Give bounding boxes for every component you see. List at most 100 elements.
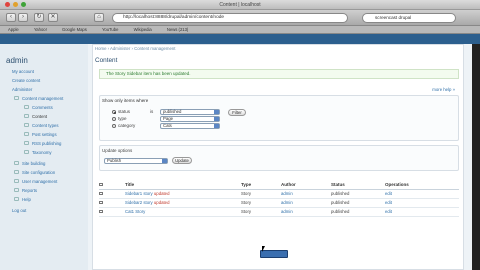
- filter-label-category: category: [118, 123, 136, 128]
- bookmark-item[interactable]: Apple: [8, 27, 19, 32]
- window-title: Content | localhost: [219, 2, 261, 8]
- chevron-down-icon: [214, 124, 219, 128]
- checkbox-icon[interactable]: [99, 191, 103, 195]
- bookmark-item[interactable]: YouTube: [102, 27, 118, 32]
- site-header: [0, 34, 480, 44]
- filter-label-status: status: [118, 109, 131, 114]
- sidebar-item-administer[interactable]: Administer: [12, 87, 32, 92]
- table-row: Sidebar1 story updated Story admin publi…: [99, 189, 459, 199]
- filter-fieldset: Show only items where status type catego…: [99, 95, 459, 141]
- chevron-down-icon: [214, 117, 219, 121]
- row-checkbox-cell: [99, 198, 125, 208]
- sidebar: admin My account Create content Administ…: [0, 44, 88, 270]
- row-title-link[interactable]: Cat1 Story: [125, 209, 145, 214]
- update-button[interactable]: Update: [172, 157, 192, 164]
- main-content: Home › Administer › Content management C…: [92, 44, 464, 270]
- row-edit-link[interactable]: edit: [385, 191, 392, 196]
- screen-edge: [472, 44, 480, 270]
- more-help-link[interactable]: more help »: [432, 87, 455, 92]
- row-author-link[interactable]: admin: [281, 191, 293, 196]
- bookmark-item[interactable]: Google Maps: [62, 27, 87, 32]
- menu-bullet-icon: [24, 141, 29, 145]
- sidebar-item-create-content[interactable]: Create content: [12, 78, 40, 83]
- chevron-down-icon: [214, 110, 219, 114]
- breadcrumb[interactable]: Home › Administer › Content management: [95, 46, 175, 51]
- reload-icon[interactable]: ↻: [34, 13, 44, 22]
- col-author[interactable]: Author: [281, 181, 331, 190]
- row-edit-link[interactable]: edit: [385, 200, 392, 205]
- col-status[interactable]: Status: [331, 181, 385, 190]
- row-ops-cell: edit: [385, 189, 459, 199]
- chevron-down-icon: [162, 159, 167, 163]
- row-type: Story: [241, 207, 281, 217]
- row-edit-link[interactable]: edit: [385, 209, 392, 214]
- status-select[interactable]: published: [160, 109, 220, 115]
- table-header: Title Type Author Status Operations: [99, 181, 459, 190]
- cursor-icon: [262, 246, 265, 252]
- bookmark-item[interactable]: News (213): [167, 27, 188, 32]
- radio-category[interactable]: [112, 124, 116, 128]
- sidebar-item-user-management[interactable]: User management: [22, 179, 57, 184]
- filter-button[interactable]: Filter: [228, 109, 246, 116]
- row-ops-cell: edit: [385, 198, 459, 208]
- row-title-cell: Sidebar2 story updated: [125, 198, 241, 208]
- sidebar-item-site-building[interactable]: Site building: [22, 161, 45, 166]
- sidebar-item-site-configuration[interactable]: Site configuration: [22, 170, 55, 175]
- site-name: admin: [6, 56, 28, 65]
- update-select[interactable]: Publish: [104, 158, 168, 164]
- checkbox-icon[interactable]: [99, 209, 103, 213]
- row-title-link[interactable]: Sidebar2 story: [125, 200, 153, 205]
- sidebar-item-content-management[interactable]: Content management: [22, 96, 63, 101]
- browser-toolbar: ‹ › ↻ ✕ ⌂ http://localhost:8888/drupal/a…: [0, 10, 480, 26]
- row-author-link[interactable]: admin: [281, 200, 293, 205]
- url-text: http://localhost:8888/drupal/admin/conte…: [123, 15, 225, 20]
- row-ops-cell: edit: [385, 207, 459, 217]
- forward-icon[interactable]: ›: [18, 13, 28, 22]
- radio-type[interactable]: [112, 117, 116, 121]
- checkbox-icon[interactable]: [99, 200, 103, 204]
- row-title-cell: Sidebar1 story updated: [125, 189, 241, 199]
- row-title-link[interactable]: Sidebar1 story: [125, 191, 153, 196]
- row-title-cell: Cat1 Story: [125, 207, 241, 217]
- menu-bullet-icon: [14, 197, 19, 201]
- sidebar-item-taxonomy[interactable]: Taxonomy: [32, 150, 52, 155]
- bookmark-item[interactable]: Yahoo!: [34, 27, 47, 32]
- row-author-link[interactable]: admin: [281, 209, 293, 214]
- search-field[interactable]: screencast drupal: [362, 13, 456, 23]
- col-operations: Operations: [385, 181, 459, 190]
- sidebar-item-comments[interactable]: Comments: [32, 105, 53, 110]
- radio-status[interactable]: [112, 110, 116, 114]
- category-select[interactable]: Cats: [160, 123, 220, 129]
- sidebar-item-my-account[interactable]: My account: [12, 69, 34, 74]
- menu-bullet-icon: [24, 150, 29, 154]
- select-all-header[interactable]: [99, 181, 125, 190]
- sidebar-item-content-types[interactable]: Content types: [32, 123, 59, 128]
- sidebar-item-log-out[interactable]: Log out: [12, 208, 26, 213]
- checkbox-icon[interactable]: [99, 182, 103, 187]
- sidebar-item-content[interactable]: Content: [32, 114, 47, 119]
- sidebar-item-post-settings[interactable]: Post settings: [32, 132, 57, 137]
- menu-bullet-icon: [24, 105, 29, 109]
- row-status: published: [331, 189, 385, 199]
- type-select[interactable]: Page: [160, 116, 220, 122]
- row-author-cell: admin: [281, 189, 331, 199]
- col-type[interactable]: Type: [241, 181, 281, 190]
- filter-legend: Show only items where: [102, 98, 149, 103]
- col-title[interactable]: Title: [125, 181, 241, 190]
- row-checkbox-cell: [99, 189, 125, 199]
- row-type: Story: [241, 189, 281, 199]
- bookmark-item[interactable]: Wikipedia: [134, 27, 152, 32]
- home-icon[interactable]: ⌂: [94, 13, 104, 22]
- sidebar-item-rss-publishing[interactable]: RSS publishing: [32, 141, 61, 146]
- back-icon[interactable]: ‹: [6, 13, 16, 22]
- stop-icon[interactable]: ✕: [48, 13, 58, 22]
- update-select-value: Publish: [107, 158, 122, 163]
- address-bar[interactable]: http://localhost:8888/drupal/admin/conte…: [112, 13, 348, 23]
- row-type: Story: [241, 198, 281, 208]
- sidebar-item-help[interactable]: Help: [22, 197, 31, 202]
- menu-bullet-icon: [14, 161, 19, 165]
- status-select-value: published: [163, 109, 182, 114]
- category-select-value: Cats: [163, 123, 172, 128]
- sidebar-item-reports[interactable]: Reports: [22, 188, 37, 193]
- menu-bullet-icon: [24, 123, 29, 127]
